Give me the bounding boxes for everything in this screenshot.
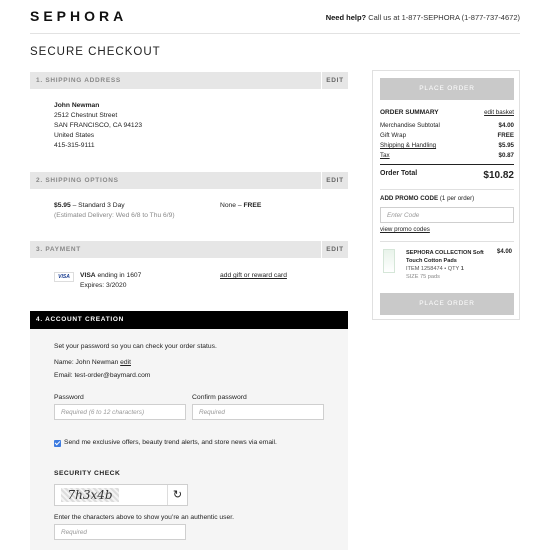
card-expiry: Expires: 3/2020 (80, 282, 127, 289)
address-phone: 415-315-9111 (54, 142, 95, 149)
visa-card-icon: VISA (54, 272, 74, 282)
security-check-title: SECURITY CHECK (54, 470, 121, 477)
product-size: SIZE 75 pads (406, 274, 440, 280)
address-street: 2512 Chestnut Street (54, 112, 118, 119)
account-creation-header: 4. ACCOUNT CREATION (30, 311, 348, 329)
captcha-field[interactable]: Required (54, 524, 186, 540)
account-intro: Set your password so you can check your … (54, 343, 217, 350)
summary-line: Shipping & Handling $5.95 (380, 142, 514, 152)
summary-line-label: Merchandise Subtotal (380, 122, 440, 129)
summary-line-value: FREE (497, 132, 514, 139)
promo-title: ADD PROMO CODE (380, 195, 439, 202)
shipping-address-header: 1. SHIPPING ADDRESS EDIT (30, 72, 348, 89)
promo-code-input[interactable]: Enter Code (380, 207, 514, 223)
account-creation-title: 4. ACCOUNT CREATION (36, 316, 125, 323)
password-field[interactable]: Required (6 to 12 characters) (54, 404, 186, 420)
summary-line: Tax $0.87 (380, 152, 514, 162)
shipping-address-edit-button[interactable]: EDIT (321, 72, 348, 89)
confirm-password-field[interactable]: Required (192, 404, 324, 420)
shipping-options-title: 2. SHIPPING OPTIONS (36, 177, 119, 184)
page-title: SECURE CHECKOUT (30, 46, 161, 58)
help-text: Need help? Call us at 1-877-SEPHORA (1-8… (326, 13, 520, 22)
order-summary-title: ORDER SUMMARY (380, 109, 439, 116)
product-info: SEPHORA COLLECTION Soft Touch Cotton Pad… (406, 249, 484, 281)
help-phone[interactable]: Call us at 1-877-SEPHORA (1-877-737-4672… (368, 13, 520, 22)
order-total-label: Order Total (380, 170, 418, 177)
product-qty: 1 (460, 266, 464, 272)
account-email: Email: test-order@baymard.com (54, 372, 151, 379)
shipping-method-name: – Standard 3 Day (70, 202, 125, 209)
view-promo-codes-link[interactable]: view promo codes (380, 226, 514, 236)
product-item-number: ITEM 1258474 • QTY (406, 266, 460, 272)
account-name-row: Name: John Newman edit (54, 358, 131, 368)
summary-divider (380, 241, 514, 242)
help-label: Need help? (325, 13, 367, 22)
summary-line-label: Gift Wrap (380, 132, 407, 139)
edit-name-link[interactable]: edit (120, 359, 131, 366)
email-optin-label: Send me exclusive offers, beauty trend a… (64, 439, 277, 446)
refresh-icon[interactable]: ↻ (167, 485, 187, 505)
edit-basket-link[interactable]: edit basket (484, 109, 514, 116)
order-total-value: $10.82 (483, 170, 514, 181)
shipping-address-title: 1. SHIPPING ADDRESS (36, 77, 121, 84)
order-summary-header: ORDER SUMMARY edit basket (380, 109, 514, 119)
payment-title: 3. PAYMENT (36, 246, 81, 253)
tax-link[interactable]: Tax (380, 152, 390, 159)
shipping-handling-link[interactable]: Shipping & Handling (380, 142, 436, 149)
summary-divider (380, 164, 514, 165)
order-summary-panel: PLACE ORDER ORDER SUMMARY edit basket Me… (372, 70, 520, 320)
captcha-hint: Enter the characters above to show you’r… (54, 514, 234, 521)
summary-divider (380, 189, 514, 190)
shipping-address-block: John Newman 2512 Chestnut Street SAN FRA… (54, 101, 142, 151)
payment-card-info: VISA ending in 1607 Expires: 3/2020 (80, 271, 141, 291)
promo-note: (1 per order) (439, 195, 475, 202)
address-city: SAN FRANCISCO, CA 94123 (54, 122, 143, 129)
header-divider (30, 33, 520, 34)
place-order-button-bottom[interactable]: PLACE ORDER (380, 293, 514, 315)
password-label: Password (54, 394, 84, 401)
gift-wrap-option: None – FREE (220, 201, 261, 211)
captcha-image: 7h3x4b (61, 488, 119, 502)
shipping-price: $5.95 (54, 202, 71, 209)
confirm-password-label: Confirm password (192, 394, 247, 401)
place-order-button-top[interactable]: PLACE ORDER (380, 78, 514, 100)
product-name[interactable]: SEPHORA COLLECTION Soft Touch Cotton Pad… (406, 249, 484, 265)
summary-line-value: $5.95 (498, 142, 514, 149)
payment-edit-button[interactable]: EDIT (321, 241, 348, 258)
product-price: $4.00 (496, 249, 512, 255)
sephora-logo[interactable]: SEPHORA (30, 8, 127, 24)
payment-header: 3. PAYMENT EDIT (30, 241, 348, 258)
summary-line: Gift Wrap FREE (380, 132, 514, 142)
gift-wrap-none: None – (220, 202, 244, 209)
summary-line-value: $0.87 (498, 152, 514, 159)
order-total-row: Order Total $10.82 (380, 170, 514, 184)
email-optin-checkbox[interactable] (54, 440, 61, 447)
shipping-estimate: (Estimated Delivery: Wed 6/8 to Thu 6/9) (54, 212, 175, 219)
account-name: Name: John Newman (54, 359, 119, 366)
gift-wrap-free: FREE (243, 202, 262, 209)
shipping-options-edit-button[interactable]: EDIT (321, 172, 348, 189)
promo-header: ADD PROMO CODE (1 per order) (380, 195, 514, 205)
summary-line: Merchandise Subtotal $4.00 (380, 122, 514, 132)
address-country: United States (54, 132, 95, 139)
captcha-box: 7h3x4b ↻ (54, 484, 188, 506)
card-ending: ending in 1607 (95, 272, 142, 279)
card-type: VISA (80, 272, 96, 279)
shipping-options-header: 2. SHIPPING OPTIONS EDIT (30, 172, 348, 189)
shipping-method: $5.95 – Standard 3 Day (Estimated Delive… (54, 201, 175, 221)
add-gift-card-link[interactable]: add gift or reward card (220, 271, 287, 281)
address-name: John Newman (54, 102, 100, 109)
product-thumbnail[interactable] (383, 249, 395, 273)
summary-line-value: $4.00 (498, 122, 514, 129)
